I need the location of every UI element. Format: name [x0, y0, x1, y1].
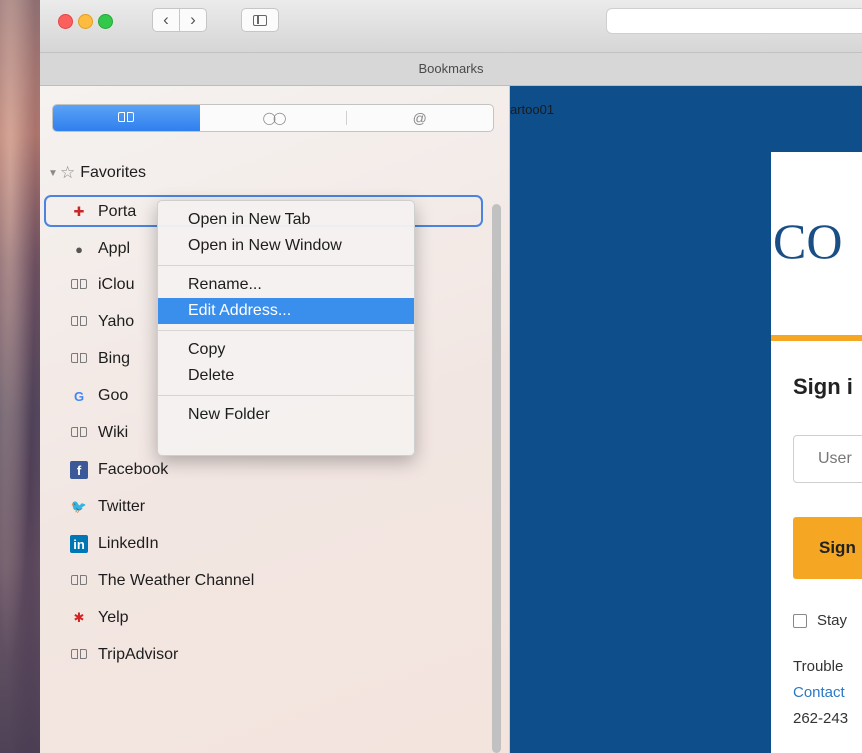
at-icon: @	[412, 110, 427, 126]
bookmark-google[interactable]: G Goo	[70, 381, 128, 411]
book-icon	[70, 276, 88, 294]
web-content: artoo01 CO Sign i User Sign Stay Trouble…	[510, 86, 862, 753]
close-window-button[interactable]	[58, 14, 73, 29]
tab-shared-links[interactable]: @	[346, 105, 493, 131]
book-icon	[70, 350, 88, 368]
desktop-background	[0, 0, 40, 753]
book-icon	[70, 572, 88, 590]
favorites-label: Favorites	[80, 164, 147, 181]
bookmark-label: Twitter	[98, 498, 146, 515]
menu-item-edit-address[interactable]: Edit Address...	[158, 298, 414, 324]
toolbar: ‹ ›	[40, 0, 862, 53]
google-icon: G	[73, 388, 85, 404]
tab-bookmarks[interactable]	[53, 105, 200, 131]
bookmark-portal[interactable]: ✚ Porta	[70, 197, 137, 227]
bookmark-twitter[interactable]: 🐦 Twitter	[70, 492, 145, 522]
bookmark-linkedin[interactable]: in LinkedIn	[70, 529, 159, 559]
book-icon	[70, 646, 88, 664]
bookmark-apple[interactable]: ● Appl	[70, 234, 130, 264]
tab-title: Bookmarks	[40, 53, 862, 86]
menu-item-rename[interactable]: Rename...	[158, 272, 414, 298]
menu-separator	[158, 330, 414, 331]
glasses-icon: ◯◯	[262, 111, 287, 125]
login-card: CO Sign i User Sign Stay Trouble Contact…	[771, 152, 862, 753]
stay-signed-in[interactable]: Stay	[793, 612, 847, 629]
bookmark-label: Facebook	[98, 461, 169, 478]
bookmark-tripadvisor[interactable]: TripAdvisor	[70, 640, 178, 670]
bookmark-wikipedia[interactable]: Wiki	[70, 418, 128, 448]
bookmark-label: TripAdvisor	[98, 646, 179, 663]
menu-item-new-folder[interactable]: New Folder	[158, 402, 414, 428]
trouble-text: Trouble	[793, 658, 844, 675]
menu-item-delete[interactable]: Delete	[158, 363, 414, 389]
back-button[interactable]: ‹	[152, 8, 180, 32]
bookmark-label: LinkedIn	[98, 535, 159, 552]
bookmark-icloud[interactable]: iClou	[70, 270, 134, 300]
bookmark-label: Goo	[98, 387, 129, 404]
bookmark-label: Wiki	[98, 424, 129, 441]
username-field[interactable]: User	[793, 435, 862, 483]
bookmark-label: iClou	[98, 276, 135, 293]
bookmark-label: Porta	[98, 203, 137, 220]
facebook-icon: f	[70, 461, 88, 479]
bookmark-bing[interactable]: Bing	[70, 344, 130, 374]
address-bar[interactable]	[606, 8, 862, 34]
zoom-window-button[interactable]	[98, 14, 113, 29]
bookmark-label: Appl	[98, 240, 131, 257]
bookmark-label: Yelp	[98, 609, 129, 626]
bookmark-weather-channel[interactable]: The Weather Channel	[70, 566, 254, 596]
tab-reading-list[interactable]: ◯◯	[200, 105, 347, 131]
portal-icon: ✚	[73, 204, 85, 219]
chevron-left-icon: ‹	[163, 10, 169, 29]
sidebar-icon	[253, 14, 267, 26]
menu-item-open-new-tab[interactable]: Open in New Tab	[158, 207, 414, 233]
twitter-icon: 🐦	[70, 499, 88, 514]
stay-label: Stay	[817, 612, 848, 629]
book-icon	[70, 424, 88, 442]
minimize-window-button[interactable]	[78, 14, 93, 29]
bookmark-yelp[interactable]: ✱ Yelp	[70, 603, 129, 633]
site-logo: CO	[773, 213, 843, 269]
forward-button[interactable]: ›	[179, 8, 207, 32]
divider	[771, 335, 862, 341]
menu-separator	[158, 395, 414, 396]
contact-link[interactable]: Contact	[793, 684, 845, 701]
phone-text: 262-243	[793, 710, 849, 727]
sidebar-scrollbar[interactable]	[492, 204, 501, 753]
stay-checkbox[interactable]	[793, 613, 807, 628]
bookmark-label: Yaho	[98, 313, 135, 330]
linkedin-icon: in	[70, 535, 88, 553]
page-user-text: artoo01	[510, 102, 555, 117]
bookmark-facebook[interactable]: f Facebook	[70, 455, 168, 485]
sidebar-segmented-control: ◯◯ @	[52, 104, 494, 132]
menu-separator	[158, 265, 414, 266]
star-icon: ☆	[60, 163, 76, 182]
chevron-right-icon: ›	[190, 10, 196, 29]
signin-heading: Sign i	[793, 374, 853, 399]
menu-item-open-new-window[interactable]: Open in New Window	[158, 233, 414, 259]
bookmark-label: The Weather Channel	[98, 572, 255, 589]
yelp-icon: ✱	[73, 610, 85, 625]
signin-button[interactable]: Sign	[793, 517, 862, 579]
disclosure-triangle-icon[interactable]: ▼	[48, 168, 60, 179]
context-menu: Open in New Tab Open in New Window Renam…	[157, 200, 415, 456]
book-icon	[70, 313, 88, 331]
book-icon	[118, 112, 135, 124]
favorites-folder[interactable]: ▼ ☆ Favorites	[48, 162, 146, 184]
menu-item-copy[interactable]: Copy	[158, 337, 414, 363]
apple-icon: ●	[75, 241, 83, 257]
sidebar-toggle-button[interactable]	[241, 8, 279, 32]
bookmark-yahoo[interactable]: Yaho	[70, 307, 134, 337]
bookmark-label: Bing	[98, 350, 131, 367]
